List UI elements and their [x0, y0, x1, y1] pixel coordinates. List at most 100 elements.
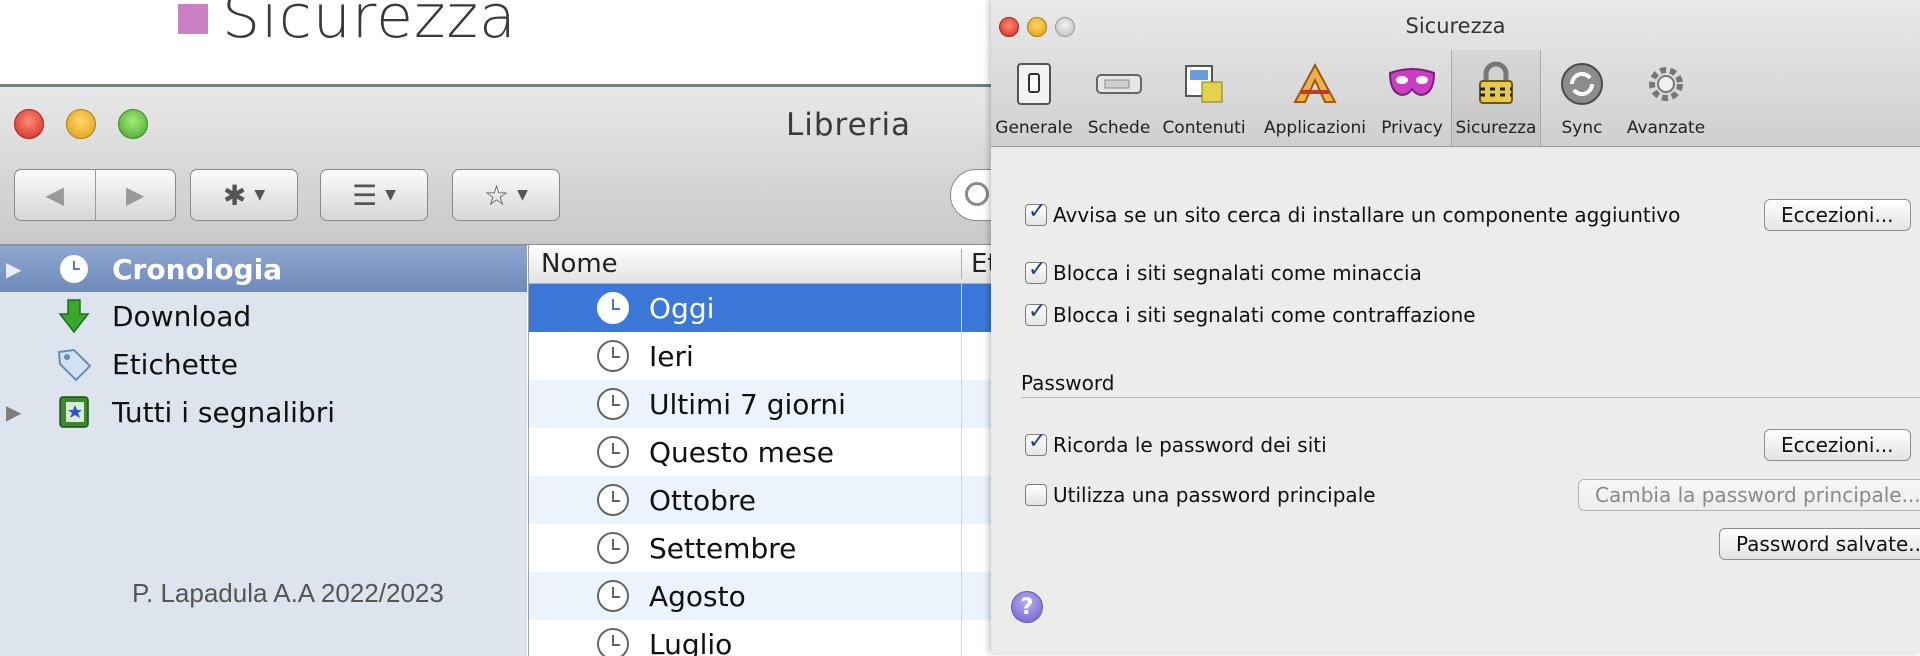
disclosure-triangle-icon[interactable]: ▶ — [6, 257, 21, 281]
tab-label: Avanzate — [1627, 118, 1705, 138]
sidebar-item-cronologia[interactable]: ▶ Cronologia — [0, 245, 527, 292]
bookmarks-book-icon — [56, 394, 92, 430]
clock-icon — [597, 340, 629, 372]
disclosure-triangle-icon[interactable]: ▶ — [6, 400, 21, 424]
tab-label: Generale — [995, 118, 1072, 138]
security-preferences-window: Sicurezza Generale Schede Contenuti Appl… — [991, 0, 1920, 653]
block-threats-label: Blocca i siti segnalati come minaccia — [1053, 261, 1422, 285]
section-divider — [1021, 397, 1920, 398]
minimize-button[interactable] — [66, 109, 96, 139]
sidebar-item-download[interactable]: Download — [0, 293, 527, 339]
slide-title: Sicurezza — [222, 0, 517, 52]
list-item[interactable]: Questo mese — [529, 428, 1000, 476]
sidebar-item-label: Tutti i segnalibri — [112, 396, 335, 429]
tab-generale[interactable]: Generale — [997, 50, 1071, 146]
search-icon — [965, 182, 989, 206]
history-list: Nome Et Oggi Ieri Ultimi 7 giorni Questo… — [528, 245, 1000, 656]
list-item-label: Questo mese — [649, 436, 834, 469]
list-item-label: Settembre — [649, 532, 796, 565]
clock-icon — [597, 484, 629, 516]
saved-passwords-button[interactable]: Password salvate... — [1719, 528, 1920, 560]
gear-icon — [1642, 60, 1690, 108]
clock-icon — [597, 388, 629, 420]
list-item-label: Oggi — [649, 292, 714, 325]
block-forgery-checkbox[interactable] — [1025, 304, 1047, 326]
block-threats-checkbox[interactable] — [1025, 262, 1047, 284]
tab-label: Privacy — [1381, 118, 1443, 138]
list-item[interactable]: Oggi — [529, 284, 1000, 332]
tab-sicurezza[interactable]: Sicurezza — [1451, 50, 1541, 146]
master-password-option[interactable]: Utilizza una password principale — [1025, 483, 1376, 507]
addon-warning-checkbox[interactable] — [1025, 204, 1047, 226]
views-button[interactable]: ☰▼ — [320, 169, 428, 221]
padlock-icon — [1472, 60, 1520, 108]
remember-passwords-option[interactable]: Ricorda le password dei siti — [1025, 433, 1327, 457]
password-exceptions-button[interactable]: Eccezioni... — [1764, 429, 1911, 461]
list-header: Nome Et — [529, 245, 1000, 284]
sidebar-item-label: Download — [112, 300, 251, 333]
switch-icon — [1010, 60, 1058, 108]
sidebar-item-label: Etichette — [112, 348, 238, 381]
security-panel: Avvisa se un sito cerca di installare un… — [991, 147, 1920, 653]
tab-label: Contenuti — [1162, 118, 1245, 138]
close-button[interactable] — [14, 109, 44, 139]
tab-applicazioni[interactable]: Applicazioni — [1257, 50, 1373, 146]
list-item-label: Ultimi 7 giorni — [649, 388, 846, 421]
list-item-label: Agosto — [649, 580, 746, 613]
list-item[interactable]: Ieri — [529, 332, 1000, 380]
prefs-toolbar: Sicurezza Generale Schede Contenuti Appl… — [991, 0, 1920, 147]
remember-passwords-label: Ricorda le password dei siti — [1053, 433, 1327, 457]
tab-privacy[interactable]: Privacy — [1375, 50, 1449, 146]
sidebar-item-etichette[interactable]: Etichette — [0, 341, 527, 387]
organize-button[interactable]: ✱▼ — [190, 169, 298, 221]
star-box-icon: ☆ — [484, 179, 509, 212]
tabs-icon — [1095, 60, 1143, 108]
sidebar-item-tutti-i-segnalibri[interactable]: ▶ Tutti i segnalibri — [0, 389, 527, 435]
library-window: Libreria ◀ ▶ ✱▼ ☰▼ ☆▼ ▶ Cronologia Downl… — [0, 84, 1000, 656]
slide-footer: P. Lapadula A.A 2022/2023 — [132, 578, 444, 609]
list-item-label: Ieri — [649, 340, 694, 373]
tab-avanzate[interactable]: Avanzate — [1621, 50, 1711, 146]
addon-exceptions-button[interactable]: Eccezioni... — [1764, 199, 1911, 231]
master-password-checkbox[interactable] — [1025, 484, 1047, 506]
tab-label: Applicazioni — [1264, 118, 1366, 138]
clock-icon — [597, 436, 629, 468]
list-item[interactable]: Luglio — [529, 620, 1000, 656]
content-icon — [1180, 60, 1228, 108]
chevron-down-icon: ▼ — [254, 187, 265, 203]
download-arrow-icon — [56, 298, 92, 334]
tab-label: Sicurezza — [1456, 118, 1537, 138]
tab-sync[interactable]: Sync — [1551, 50, 1613, 146]
library-title: Libreria — [786, 107, 911, 143]
tab-contenuti[interactable]: Contenuti — [1161, 50, 1247, 146]
master-password-label: Utilizza una password principale — [1053, 483, 1376, 507]
sync-icon — [1558, 60, 1606, 108]
sidebar-item-label: Cronologia — [112, 253, 282, 286]
applications-icon — [1291, 60, 1339, 108]
help-button[interactable]: ? — [1011, 591, 1043, 623]
tab-schede[interactable]: Schede — [1085, 50, 1153, 146]
remember-passwords-checkbox[interactable] — [1025, 434, 1047, 456]
change-master-password-button[interactable]: Cambia la password principale... — [1578, 479, 1920, 511]
list-item[interactable]: Ultimi 7 giorni — [529, 380, 1000, 428]
clock-icon — [597, 532, 629, 564]
back-button[interactable]: ◀ — [15, 170, 96, 220]
clock-icon — [597, 580, 629, 612]
import-backup-button[interactable]: ☆▼ — [452, 169, 560, 221]
addon-warning-label: Avvisa se un sito cerca di installare un… — [1053, 203, 1680, 227]
list-item[interactable]: Agosto — [529, 572, 1000, 620]
list-item[interactable]: Ottobre — [529, 476, 1000, 524]
block-forgery-option[interactable]: Blocca i siti segnalati come contraffazi… — [1025, 303, 1476, 327]
list-item[interactable]: Settembre — [529, 524, 1000, 572]
zoom-button[interactable] — [118, 109, 148, 139]
password-section-title: Password — [1021, 371, 1114, 395]
column-header-nome[interactable]: Nome — [541, 249, 618, 279]
forward-button[interactable]: ▶ — [96, 170, 176, 220]
tag-icon — [56, 346, 92, 382]
block-threats-option[interactable]: Blocca i siti segnalati come minaccia — [1025, 261, 1422, 285]
addon-warning-option[interactable]: Avvisa se un sito cerca di installare un… — [1025, 203, 1680, 227]
block-forgery-label: Blocca i siti segnalati come contraffazi… — [1053, 303, 1476, 327]
chevron-down-icon: ▼ — [517, 187, 528, 203]
list-icon: ☰ — [352, 179, 377, 212]
tab-label: Schede — [1088, 118, 1151, 138]
